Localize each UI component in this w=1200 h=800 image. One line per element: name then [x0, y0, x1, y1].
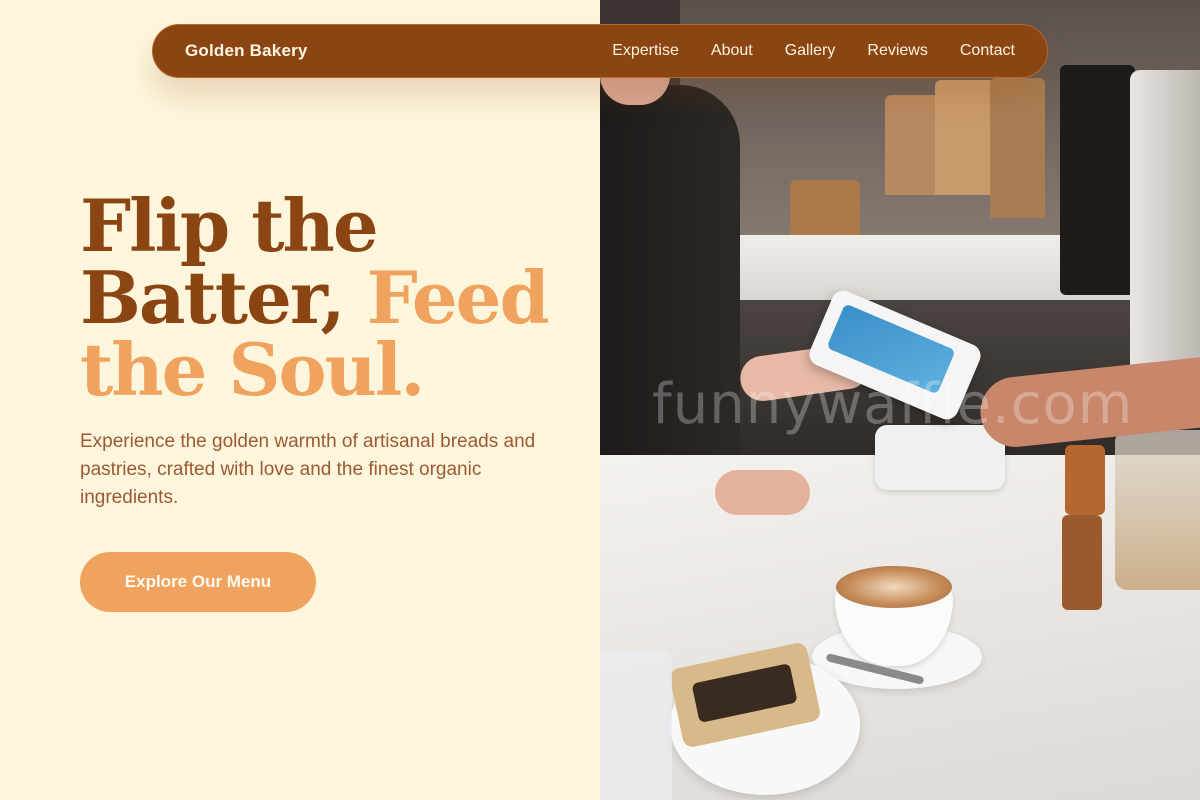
hero-photo	[600, 0, 1200, 800]
nav-links: Expertise About Gallery Reviews Contact	[612, 42, 1015, 60]
nav-link-gallery[interactable]: Gallery	[785, 42, 836, 60]
hero-title-main: Flip the Batter,	[80, 183, 379, 340]
brand-logo-link[interactable]: Golden Bakery	[185, 41, 308, 61]
hero-subtitle: Experience the golden warmth of artisana…	[80, 431, 536, 508]
navbar: Golden Bakery Expertise About Gallery Re…	[152, 24, 1048, 78]
nav-link-reviews[interactable]: Reviews	[867, 42, 927, 60]
nav-link-contact[interactable]: Contact	[960, 42, 1015, 60]
hero-title: Flip the Batter, Feed the Soul.	[80, 190, 580, 406]
nav-link-about[interactable]: About	[711, 42, 753, 60]
explore-menu-button[interactable]: Explore Our Menu	[80, 552, 316, 612]
nav-link-expertise[interactable]: Expertise	[612, 42, 679, 60]
